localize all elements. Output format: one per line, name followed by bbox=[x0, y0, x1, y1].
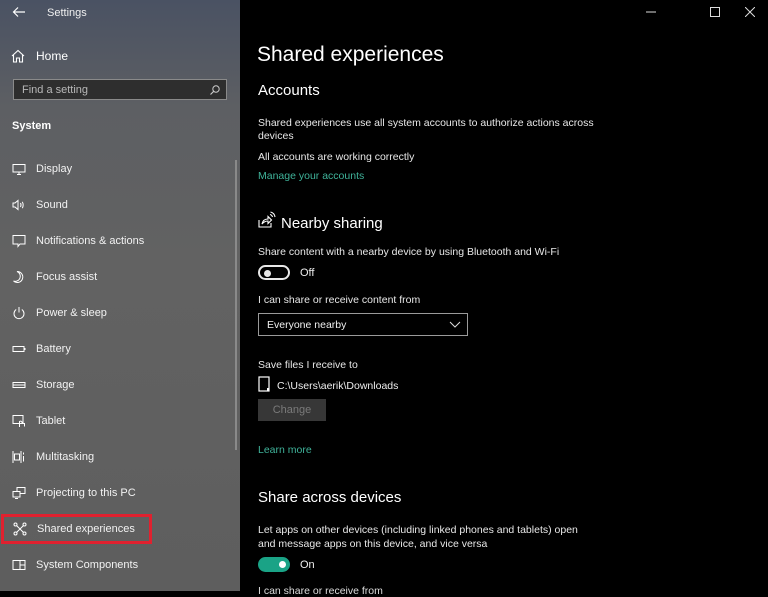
share-from-label: I can share or receive content from bbox=[258, 294, 421, 306]
share-across-heading: Share across devices bbox=[258, 489, 402, 506]
nearby-sharing-toggle-label: Share content with a nearby device by us… bbox=[258, 246, 560, 258]
change-button[interactable]: Change bbox=[258, 399, 326, 421]
sidebar-item-label: Sound bbox=[36, 199, 68, 211]
sidebar-item-label: System Components bbox=[36, 559, 139, 571]
accounts-description-line2: devices bbox=[258, 130, 294, 142]
share-across-clipped-label: I can share or receive from bbox=[258, 585, 383, 597]
sidebar-item-storage[interactable]: Storage bbox=[0, 370, 236, 400]
sidebar-item-display[interactable]: Display bbox=[0, 154, 236, 184]
main-content: Shared experiences Accounts Shared exper… bbox=[240, 0, 768, 597]
search-icon bbox=[210, 85, 220, 95]
sidebar-item-label: Display bbox=[36, 163, 73, 175]
learn-more-link[interactable]: Learn more bbox=[258, 444, 312, 456]
sidebar-item-projecting[interactable]: Projecting to this PC bbox=[0, 478, 236, 508]
share-across-description-line1: Let apps on other devices (including lin… bbox=[258, 524, 578, 536]
maximize-button[interactable] bbox=[700, 4, 730, 22]
chevron-down-icon bbox=[449, 321, 461, 328]
home-label: Home bbox=[36, 49, 69, 63]
maximize-icon bbox=[710, 7, 720, 17]
toggle-knob bbox=[279, 561, 286, 568]
sidebar-item-notifications[interactable]: Notifications & actions bbox=[0, 226, 236, 256]
sound-icon bbox=[12, 199, 24, 211]
system-components-icon bbox=[12, 560, 26, 570]
file-icon bbox=[258, 376, 270, 392]
shared-experiences-icon bbox=[13, 522, 27, 536]
sidebar-item-label: Power & sleep bbox=[36, 307, 107, 319]
sidebar-item-home[interactable]: Home bbox=[10, 46, 68, 66]
back-arrow-icon bbox=[12, 7, 25, 17]
sidebar-item-multitasking[interactable]: Multitasking bbox=[0, 442, 236, 472]
sidebar-item-focus-assist[interactable]: Focus assist bbox=[0, 262, 236, 292]
back-button[interactable] bbox=[10, 5, 28, 23]
share-across-toggle-state: On bbox=[300, 559, 315, 571]
minimize-icon bbox=[646, 11, 656, 13]
sidebar-item-shared-experiences[interactable]: Shared experiences bbox=[1, 514, 152, 544]
projecting-icon bbox=[12, 487, 26, 499]
sidebar-item-label: Shared experiences bbox=[37, 523, 135, 535]
accounts-description-line1: Shared experiences use all system accoun… bbox=[258, 117, 594, 129]
sidebar-item-label: Tablet bbox=[36, 415, 66, 427]
sidebar-item-label: Notifications & actions bbox=[36, 235, 145, 247]
storage-icon bbox=[12, 382, 26, 388]
multitasking-icon bbox=[12, 451, 24, 463]
sidebar-item-power-sleep[interactable]: Power & sleep bbox=[0, 298, 236, 328]
save-files-label: Save files I receive to bbox=[258, 359, 358, 371]
close-button[interactable] bbox=[735, 4, 765, 22]
close-icon bbox=[744, 6, 756, 18]
notifications-icon bbox=[12, 235, 26, 248]
power-icon bbox=[13, 307, 25, 320]
nearby-sharing-heading: Nearby sharing bbox=[281, 215, 383, 232]
sidebar-item-tablet[interactable]: Tablet bbox=[0, 406, 236, 436]
share-from-value: Everyone nearby bbox=[267, 319, 347, 331]
nearby-sharing-toggle[interactable] bbox=[258, 265, 290, 280]
manage-accounts-link[interactable]: Manage your accounts bbox=[258, 170, 364, 182]
share-from-dropdown[interactable]: Everyone nearby bbox=[258, 313, 468, 336]
page-title: Shared experiences bbox=[257, 43, 444, 66]
display-icon bbox=[12, 164, 26, 175]
home-icon bbox=[11, 49, 25, 63]
sidebar-item-label: Battery bbox=[36, 343, 71, 355]
share-across-toggle[interactable] bbox=[258, 557, 290, 572]
sidebar-item-label: Storage bbox=[36, 379, 75, 391]
nearby-sharing-toggle-state: Off bbox=[300, 267, 315, 279]
accounts-heading: Accounts bbox=[258, 82, 320, 99]
sidebar-item-system-components[interactable]: System Components bbox=[0, 550, 236, 580]
sidebar-item-label: Focus assist bbox=[36, 271, 98, 283]
app-title: Settings bbox=[47, 7, 87, 19]
accounts-status: All accounts are working correctly bbox=[258, 151, 415, 163]
sidebar-item-label: Projecting to this PC bbox=[36, 487, 136, 499]
section-label: System bbox=[12, 120, 52, 132]
search-input[interactable]: Find a setting bbox=[13, 79, 227, 100]
sidebar-item-label: Multitasking bbox=[36, 451, 95, 463]
minimize-button[interactable] bbox=[636, 4, 666, 22]
sidebar-item-battery[interactable]: Battery bbox=[0, 334, 236, 364]
tablet-icon bbox=[12, 415, 25, 427]
search-placeholder: Find a setting bbox=[22, 84, 89, 96]
battery-icon bbox=[12, 346, 26, 352]
title-bar: Settings bbox=[0, 0, 240, 28]
moon-icon bbox=[13, 270, 24, 283]
save-path: C:\Users\aerik\Downloads bbox=[277, 380, 399, 392]
share-across-description-line2: and message apps on this device, and vic… bbox=[258, 538, 488, 550]
sidebar-item-sound[interactable]: Sound bbox=[0, 190, 236, 220]
sidebar-scrollbar[interactable] bbox=[235, 160, 237, 450]
nearby-sharing-icon bbox=[258, 211, 276, 228]
sidebar: Settings Home Find a setting System Disp… bbox=[0, 0, 240, 591]
toggle-knob bbox=[264, 269, 271, 277]
